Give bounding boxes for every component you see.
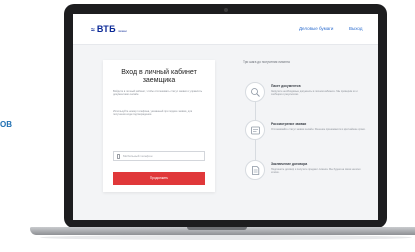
camera-dot bbox=[224, 8, 228, 12]
phone-icon bbox=[117, 154, 120, 159]
documents-icon bbox=[245, 82, 265, 102]
steps-heading: Три шага до получения лизинга bbox=[243, 60, 290, 64]
nav-link-documents[interactable]: Деловые бумаги bbox=[299, 26, 333, 31]
laptop-notch bbox=[187, 227, 247, 230]
step-1-text: Загрузите необходимые документы в личном… bbox=[271, 90, 358, 97]
step-3-title: Заключение договора bbox=[271, 162, 308, 166]
login-description: Войдите в личный кабинет, чтобы отслежив… bbox=[113, 90, 203, 97]
continue-button[interactable]: Продолжить bbox=[113, 172, 205, 185]
nav-link-exit[interactable]: Выход bbox=[349, 26, 362, 31]
vtb-logo[interactable]: ≈ ВТБ лизинг bbox=[91, 24, 127, 34]
step-2-title: Рассмотрение заявки bbox=[271, 122, 307, 126]
login-card: Вход в личный кабинет заемщика Войдите в… bbox=[103, 60, 215, 192]
step-1-title: Пакет документов bbox=[271, 84, 301, 88]
laptop-lid: ≈ ВТБ лизинг Деловые бумаги Выход Вход в… bbox=[64, 4, 387, 228]
phone-placeholder: Мобильный телефон bbox=[123, 154, 153, 158]
logo-subtitle: лизинг bbox=[117, 29, 128, 33]
laptop-screen: ≈ ВТБ лизинг Деловые бумаги Выход Вход в… bbox=[73, 14, 378, 220]
step-3-text: Подпишите договор и получите предмет лиз… bbox=[271, 168, 361, 175]
side-label: ОВ bbox=[0, 120, 12, 129]
phone-input[interactable]: Мобильный телефон bbox=[113, 151, 205, 161]
login-hint: Используйте номер телефона, указанный пр… bbox=[113, 110, 193, 117]
logo-name: ВТБ bbox=[96, 24, 116, 34]
step-2-text: Отслеживайте статус заявки онлайн. Решен… bbox=[271, 128, 366, 131]
login-title: Вход в личный кабинет заемщика bbox=[121, 69, 197, 84]
laptop-shadow bbox=[40, 235, 412, 240]
header: ≈ ВТБ лизинг Деловые бумаги Выход bbox=[73, 14, 378, 45]
review-icon bbox=[245, 120, 265, 140]
contract-icon bbox=[245, 160, 265, 180]
logo-mark-icon: ≈ bbox=[91, 27, 95, 34]
